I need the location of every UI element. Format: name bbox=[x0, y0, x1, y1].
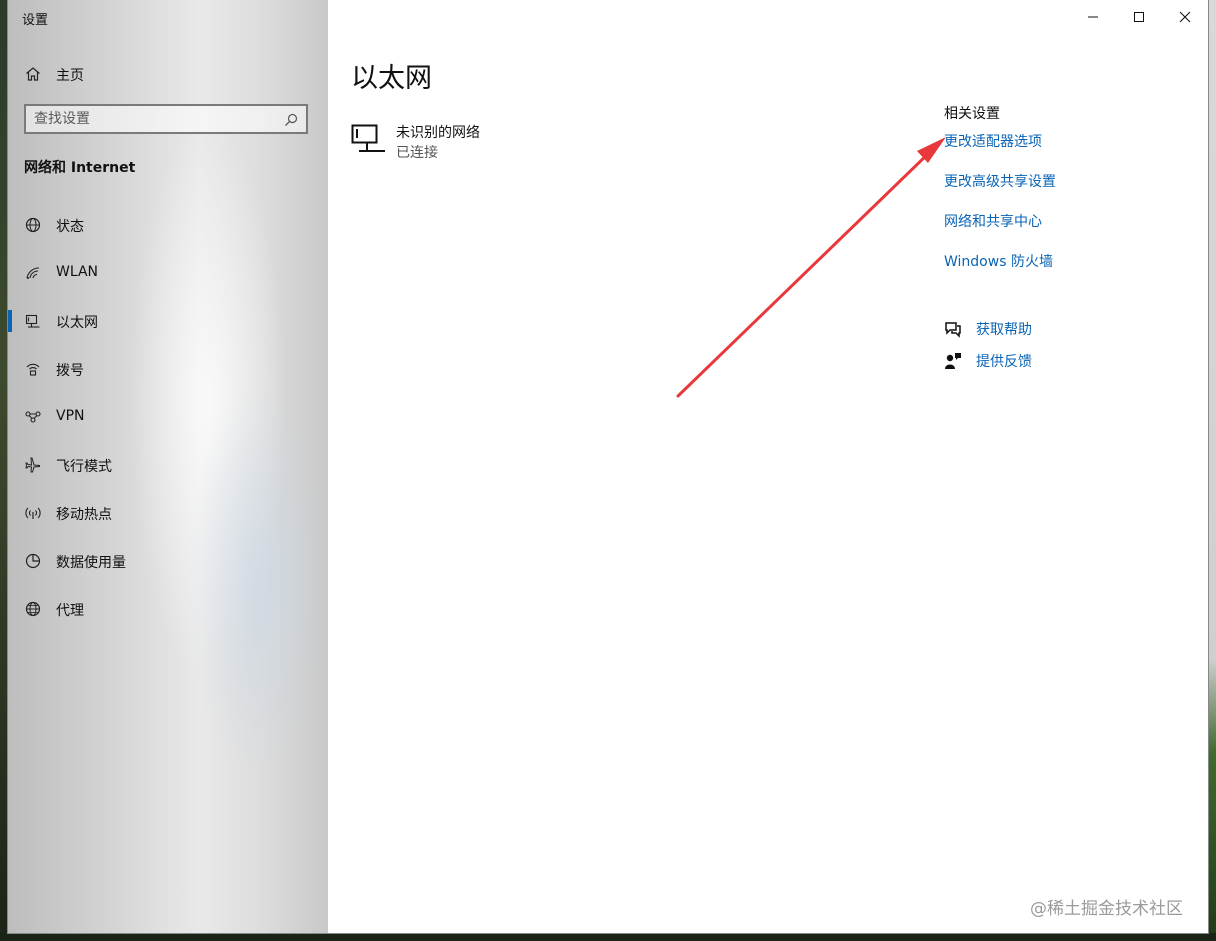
sidebar: 设置 主页 网络和 Internet 状态 WLAN bbox=[8, 0, 328, 933]
hotspot-icon bbox=[24, 504, 42, 522]
close-icon bbox=[1179, 8, 1191, 27]
chat-help-icon bbox=[944, 320, 962, 338]
sidebar-item-data-usage[interactable]: 数据使用量 bbox=[8, 544, 328, 578]
settings-window: 设置 主页 网络和 Internet 状态 WLAN bbox=[8, 0, 1208, 933]
network-item[interactable]: 未识别的网络 已连接 bbox=[351, 120, 651, 164]
search-icon[interactable] bbox=[284, 112, 298, 126]
main-content: 以太网 未识别的网络 已连接 相关设置 更改适配器选项 更改高级共享设置 网络和… bbox=[328, 0, 1208, 933]
wifi-icon bbox=[24, 264, 42, 282]
minimize-button[interactable] bbox=[1070, 0, 1116, 34]
window-controls bbox=[1070, 0, 1208, 34]
sidebar-item-wlan[interactable]: WLAN bbox=[8, 256, 328, 290]
sidebar-item-label: 以太网 bbox=[56, 315, 98, 331]
give-feedback-label: 提供反馈 bbox=[976, 354, 1032, 370]
network-name: 未识别的网络 bbox=[396, 125, 480, 141]
sidebar-item-hotspot[interactable]: 移动热点 bbox=[8, 496, 328, 530]
maximize-icon bbox=[1133, 8, 1145, 27]
search-box[interactable] bbox=[24, 104, 308, 134]
sidebar-item-vpn[interactable]: VPN bbox=[8, 400, 328, 434]
sidebar-item-proxy[interactable]: 代理 bbox=[8, 592, 328, 626]
sidebar-item-label: 拨号 bbox=[56, 363, 84, 379]
section-title: 网络和 Internet bbox=[24, 160, 136, 176]
sidebar-item-label: 数据使用量 bbox=[56, 555, 126, 571]
home-icon bbox=[24, 65, 42, 83]
page-title: 以太网 bbox=[351, 63, 432, 94]
sidebar-item-dialup[interactable]: 拨号 bbox=[8, 352, 328, 386]
sidebar-item-airplane[interactable]: 飞行模式 bbox=[8, 448, 328, 482]
minimize-icon bbox=[1087, 8, 1099, 27]
watermark: @稀土掘金技术社区 bbox=[1030, 899, 1183, 919]
ethernet-icon bbox=[24, 312, 42, 330]
sidebar-item-label: WLAN bbox=[56, 264, 99, 280]
sidebar-item-label: 移动热点 bbox=[56, 507, 112, 523]
sidebar-item-label: 状态 bbox=[56, 219, 84, 235]
sidebar-item-label: VPN bbox=[56, 408, 85, 424]
ethernet-network-icon bbox=[351, 124, 387, 154]
search-input[interactable] bbox=[34, 109, 274, 129]
active-indicator bbox=[8, 310, 12, 332]
airplane-icon bbox=[24, 456, 42, 474]
maximize-button[interactable] bbox=[1116, 0, 1162, 34]
get-help-label: 获取帮助 bbox=[976, 322, 1032, 338]
vpn-icon bbox=[24, 408, 42, 426]
feedback-icon bbox=[944, 352, 962, 370]
data-usage-icon bbox=[24, 552, 42, 570]
sidebar-item-label: 主页 bbox=[56, 68, 84, 84]
network-sharing-center-link[interactable]: 网络和共享中心 bbox=[944, 211, 1042, 231]
close-button[interactable] bbox=[1162, 0, 1208, 34]
desktop-background-left bbox=[0, 0, 8, 941]
proxy-globe-icon bbox=[24, 600, 42, 618]
change-adapter-options-link[interactable]: 更改适配器选项 bbox=[944, 131, 1042, 151]
dialup-icon bbox=[24, 360, 42, 378]
related-settings-title: 相关设置 bbox=[944, 106, 1000, 122]
desktop-background-bottom bbox=[0, 933, 1216, 941]
app-title: 设置 bbox=[22, 13, 49, 28]
globe-status-icon bbox=[24, 216, 42, 234]
advanced-sharing-settings-link[interactable]: 更改高级共享设置 bbox=[944, 171, 1056, 191]
sidebar-item-home[interactable]: 主页 bbox=[8, 58, 328, 90]
sidebar-item-label: 飞行模式 bbox=[56, 459, 112, 475]
windows-firewall-link[interactable]: Windows 防火墙 bbox=[944, 251, 1053, 271]
desktop-background-right bbox=[1208, 0, 1216, 941]
network-status: 已连接 bbox=[396, 145, 438, 161]
sidebar-item-label: 代理 bbox=[56, 603, 84, 619]
sidebar-item-status[interactable]: 状态 bbox=[8, 208, 328, 242]
sidebar-item-ethernet[interactable]: 以太网 bbox=[8, 304, 328, 338]
